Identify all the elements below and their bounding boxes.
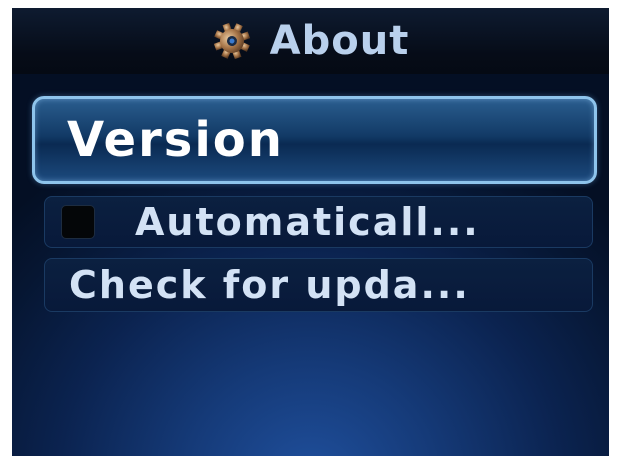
gear-icon	[212, 21, 252, 61]
automatic-updates-checkbox[interactable]	[61, 205, 95, 239]
page-title: About	[269, 18, 410, 64]
title-bar: About	[12, 8, 609, 74]
menu-item-automatic-updates[interactable]: Automaticall...	[44, 196, 593, 248]
menu-item-check-for-updates[interactable]: Check for upda...	[44, 258, 593, 312]
device-screen: About Version Automaticall... Check for …	[12, 8, 609, 456]
menu-item-label: Automaticall...	[135, 200, 480, 244]
menu-item-label: Check for upda...	[69, 263, 470, 307]
menu-item-version[interactable]: Version	[32, 96, 597, 184]
menu-item-label: Version	[67, 112, 284, 168]
